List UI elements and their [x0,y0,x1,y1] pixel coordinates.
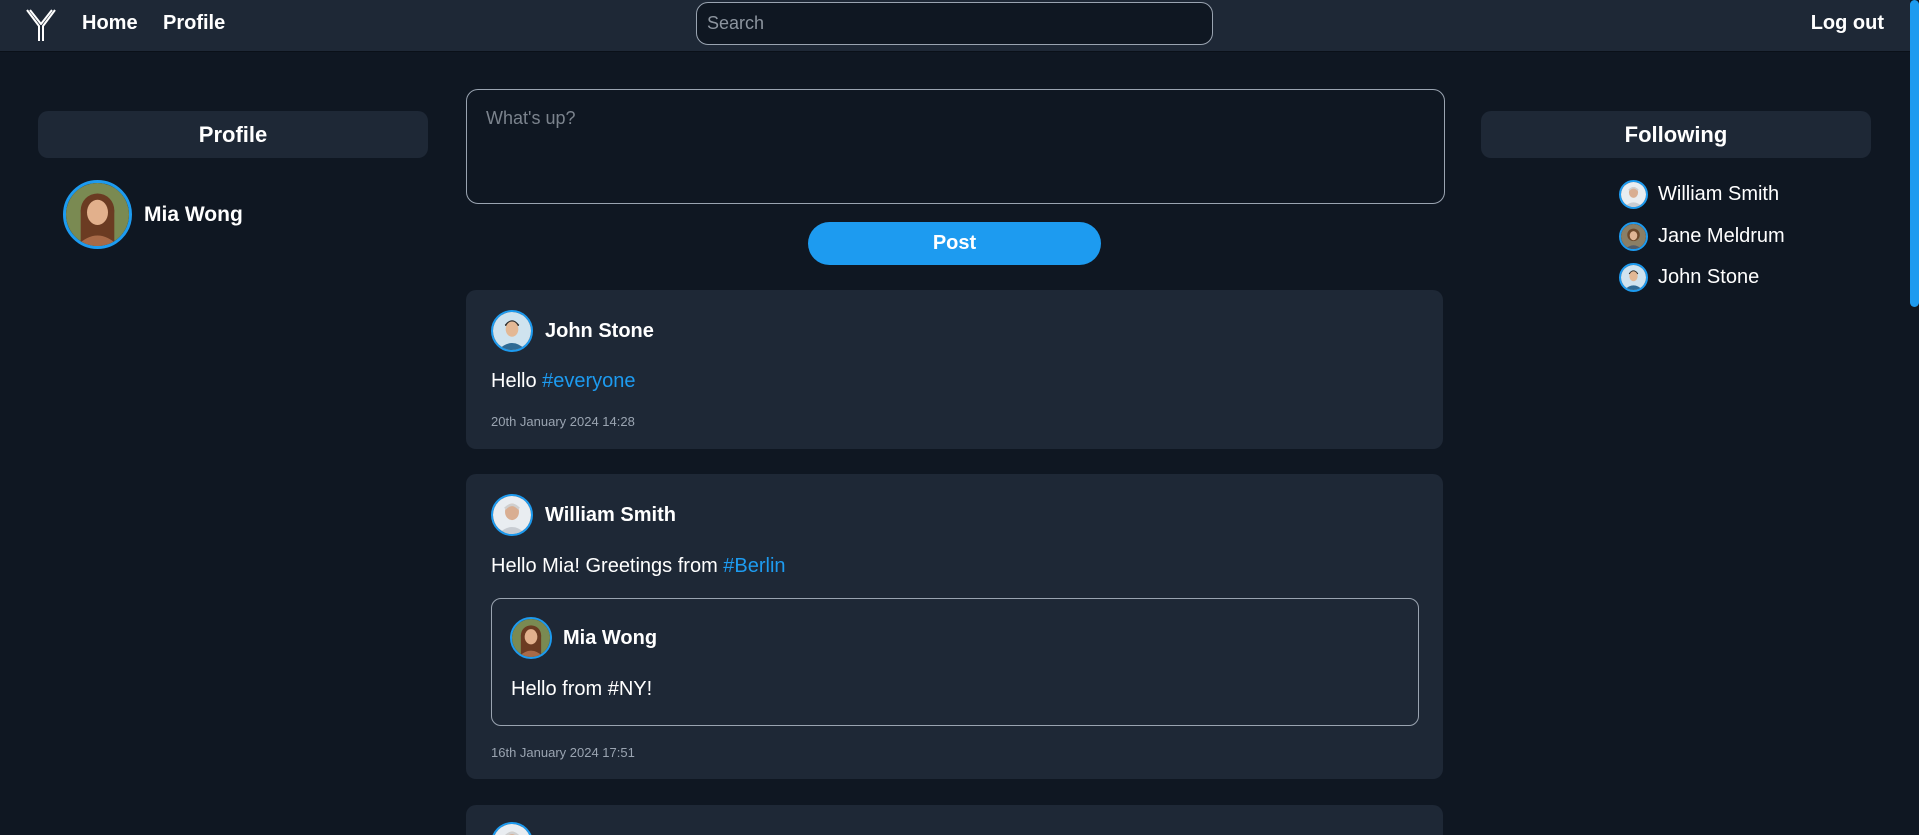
post-author-name[interactable]: William Smith [545,504,676,527]
post-text-plain: Hello [491,370,543,392]
following-name: John Stone [1658,266,1760,288]
compose-textarea[interactable] [466,89,1445,204]
page-scrollbar[interactable] [1910,0,1919,835]
user-avatar [1619,180,1648,209]
scrollbar-thumb[interactable] [1910,0,1919,307]
post-author-name[interactable]: John Stone [545,320,654,343]
post-header: John Stone [491,310,654,352]
following-list: William Smith Jane Meldrum John Stone [1619,180,1785,305]
user-avatar[interactable] [63,180,132,249]
user-avatar[interactable] [491,822,533,835]
post-text: Hello Mia! Greetings from #Berlin [491,555,786,578]
following-panel-title: Following [1481,111,1871,158]
post-header: William Smith [491,494,676,536]
quote-text: Hello from #NY! [511,678,653,700]
post-text: Hello #everyone [491,370,636,393]
nav-home-link[interactable]: Home [82,12,138,35]
nav-profile-link[interactable]: Profile [163,12,225,35]
logout-link[interactable]: Log out [1811,12,1884,35]
post-button[interactable]: Post [808,222,1101,265]
user-avatar[interactable] [510,617,552,659]
post-timestamp: 20th January 2024 14:28 [491,414,635,429]
feed-post [466,805,1443,835]
top-navbar: Home Profile Log out [0,0,1919,52]
user-avatar[interactable] [491,310,533,352]
hashtag-link[interactable]: #Berlin [723,555,785,577]
post-header [491,822,533,835]
quoted-post[interactable]: Mia Wong Hello from #NY! [491,598,1419,726]
following-item[interactable]: Jane Meldrum [1619,221,1785,251]
post-timestamp: 16th January 2024 17:51 [491,745,635,760]
following-item[interactable]: John Stone [1619,263,1785,292]
hashtag-link[interactable]: #everyone [542,370,635,392]
y-logo-icon[interactable] [24,7,58,43]
following-name: Jane Meldrum [1658,224,1785,247]
post-text-plain: Hello Mia! Greetings from [491,555,724,577]
profile-user-name: Mia Wong [144,202,243,226]
following-item[interactable]: William Smith [1619,180,1785,209]
following-name: William Smith [1658,183,1780,205]
profile-panel-title: Profile [38,111,428,158]
user-avatar[interactable] [491,494,533,536]
quote-author-name[interactable]: Mia Wong [563,627,657,650]
profile-card[interactable]: Mia Wong [63,180,243,249]
search-input[interactable] [696,2,1213,45]
feed-post: John Stone Hello #everyone 20th January … [466,290,1443,449]
feed-post: William Smith Hello Mia! Greetings from … [466,474,1443,779]
user-avatar [1619,263,1648,292]
user-avatar [1619,221,1648,251]
quote-header: Mia Wong [510,617,657,659]
